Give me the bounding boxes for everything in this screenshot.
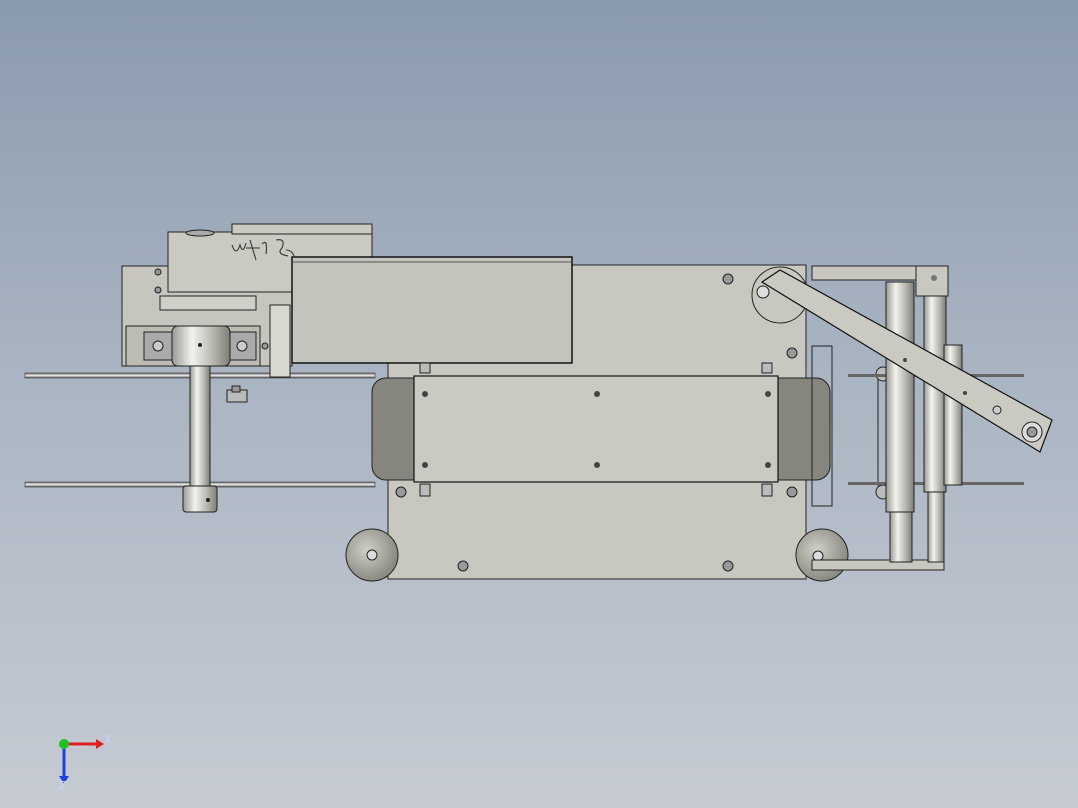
- conveyor-belt: [371, 375, 831, 497]
- triad-y-axis-dot: [59, 739, 69, 749]
- triad-x-label: X: [104, 733, 112, 746]
- assembly-model[interactable]: [0, 0, 1078, 808]
- drive-shaft: [182, 365, 218, 513]
- triad-z-label: Z: [59, 779, 67, 792]
- pneumatic-cylinders: [885, 281, 963, 563]
- cad-graphics-viewport[interactable]: X Y Z: [0, 0, 1078, 808]
- sensor-clip: [226, 385, 248, 403]
- triad-x-arrow: [96, 739, 104, 749]
- coordinate-triad[interactable]: [59, 739, 104, 784]
